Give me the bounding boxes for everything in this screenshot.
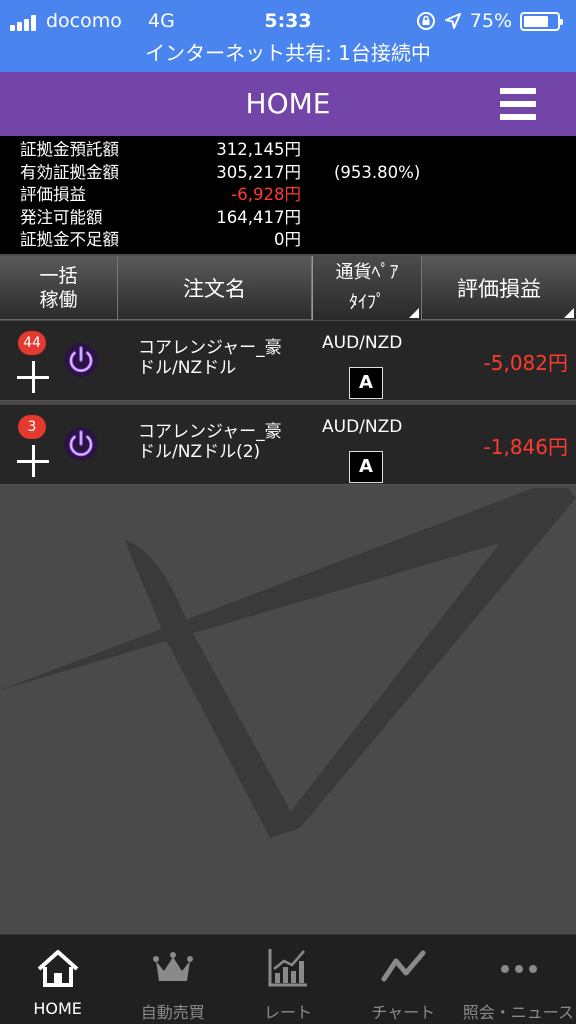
order-type-badge: A [349,367,383,399]
column-order-name[interactable]: 注文名 [118,256,312,320]
summary-row-effective-margin: 有効証拠金額 305,217円 (953.80%) [0,162,576,185]
order-row[interactable]: 3 コアレンジャー_豪 ドル/NZドル(2) AUD/NZD A -1,846円 [0,405,576,485]
tab-home[interactable]: HOME [0,935,115,1024]
tab-chart[interactable]: チャート [346,935,461,1024]
bottom-tab-bar: HOME 自動売買 レート チャート 照会・ニュース [0,934,576,1024]
sort-indicator-icon [564,308,574,318]
line-chart-icon [381,950,426,982]
summary-value: -6,928円 [231,185,301,205]
currency-pair: AUD/NZD [322,417,403,437]
order-name: コアレンジャー_豪 ドル/NZドル [138,338,282,378]
expand-plus-icon[interactable] [17,445,49,477]
summary-row-unrealized-pnl: 評価損益 -6,928円 [0,184,576,207]
expand-plus-icon[interactable] [17,361,49,393]
column-pnl-sort[interactable]: 評価損益 [422,256,576,320]
order-table-header: 一括 稼働 注文名 通貨ﾍﾟｱ ﾀｲﾌﾟ 評価損益 [0,256,576,320]
rotation-lock-icon [416,12,435,30]
rate-chart-icon [268,949,308,987]
tab-rate[interactable]: レート [230,935,345,1024]
order-pnl: -1,846円 [483,435,568,459]
summary-label: 評価損益 [20,185,86,205]
summary-row-available: 発注可能額 164,417円 [0,207,576,230]
battery-icon [520,11,563,31]
account-summary: 証拠金預託額 312,145円 有効証拠金額 305,217円 (953.80%… [0,136,576,254]
crown-icon [153,952,194,981]
currency-pair: AUD/NZD [322,333,403,353]
watermark-logo [0,488,576,838]
summary-row-shortfall: 証拠金不足額 0円 [0,229,576,252]
position-count-badge: 3 [18,415,46,439]
order-name: コアレンジャー_豪 ドル/NZドル(2) [138,422,282,462]
summary-row-deposit: 証拠金預託額 312,145円 [0,139,576,162]
location-arrow-icon [444,13,461,29]
summary-label: 証拠金預託額 [20,140,119,159]
power-button-icon[interactable] [62,341,100,379]
summary-value: 164,417円 [216,207,301,227]
page-title: HOME [245,87,331,120]
tab-auto-trade[interactable]: 自動売買 [115,935,230,1024]
power-button-icon[interactable] [62,425,100,463]
battery-percent: 75% [469,10,512,32]
position-count-badge: 44 [18,331,46,355]
margin-ratio: (953.80%) [334,162,421,182]
summary-label: 有効証拠金額 [20,162,119,182]
summary-value: 0円 [274,230,301,250]
summary-label: 発注可能額 [20,207,103,227]
summary-label: 証拠金不足額 [20,230,119,250]
order-row[interactable]: 44 コアレンジャー_豪 ドル/NZドル AUD/NZD A -5,082円 [0,321,576,401]
sort-indicator-icon [409,308,419,318]
menu-icon[interactable] [500,88,536,120]
home-icon [37,950,79,987]
tab-inquiry-news[interactable]: 照会・ニュース [461,935,576,1024]
column-currency-pair-sort[interactable]: 通貨ﾍﾟｱ ﾀｲﾌﾟ [312,256,422,320]
tethering-banner[interactable]: インターネット共有: 1台接続中 [0,38,576,68]
order-type-badge: A [349,451,383,483]
app-header: HOME [0,72,576,136]
summary-value: 305,217円 [216,162,301,182]
summary-value: 312,145円 [216,140,301,159]
status-bar: docomo 4G 5:33 75% インターネット共有: 1台接続中 [0,0,576,72]
more-icon [500,965,537,973]
column-bulk-run: 一括 稼働 [0,256,118,320]
order-pnl: -5,082円 [483,351,568,375]
